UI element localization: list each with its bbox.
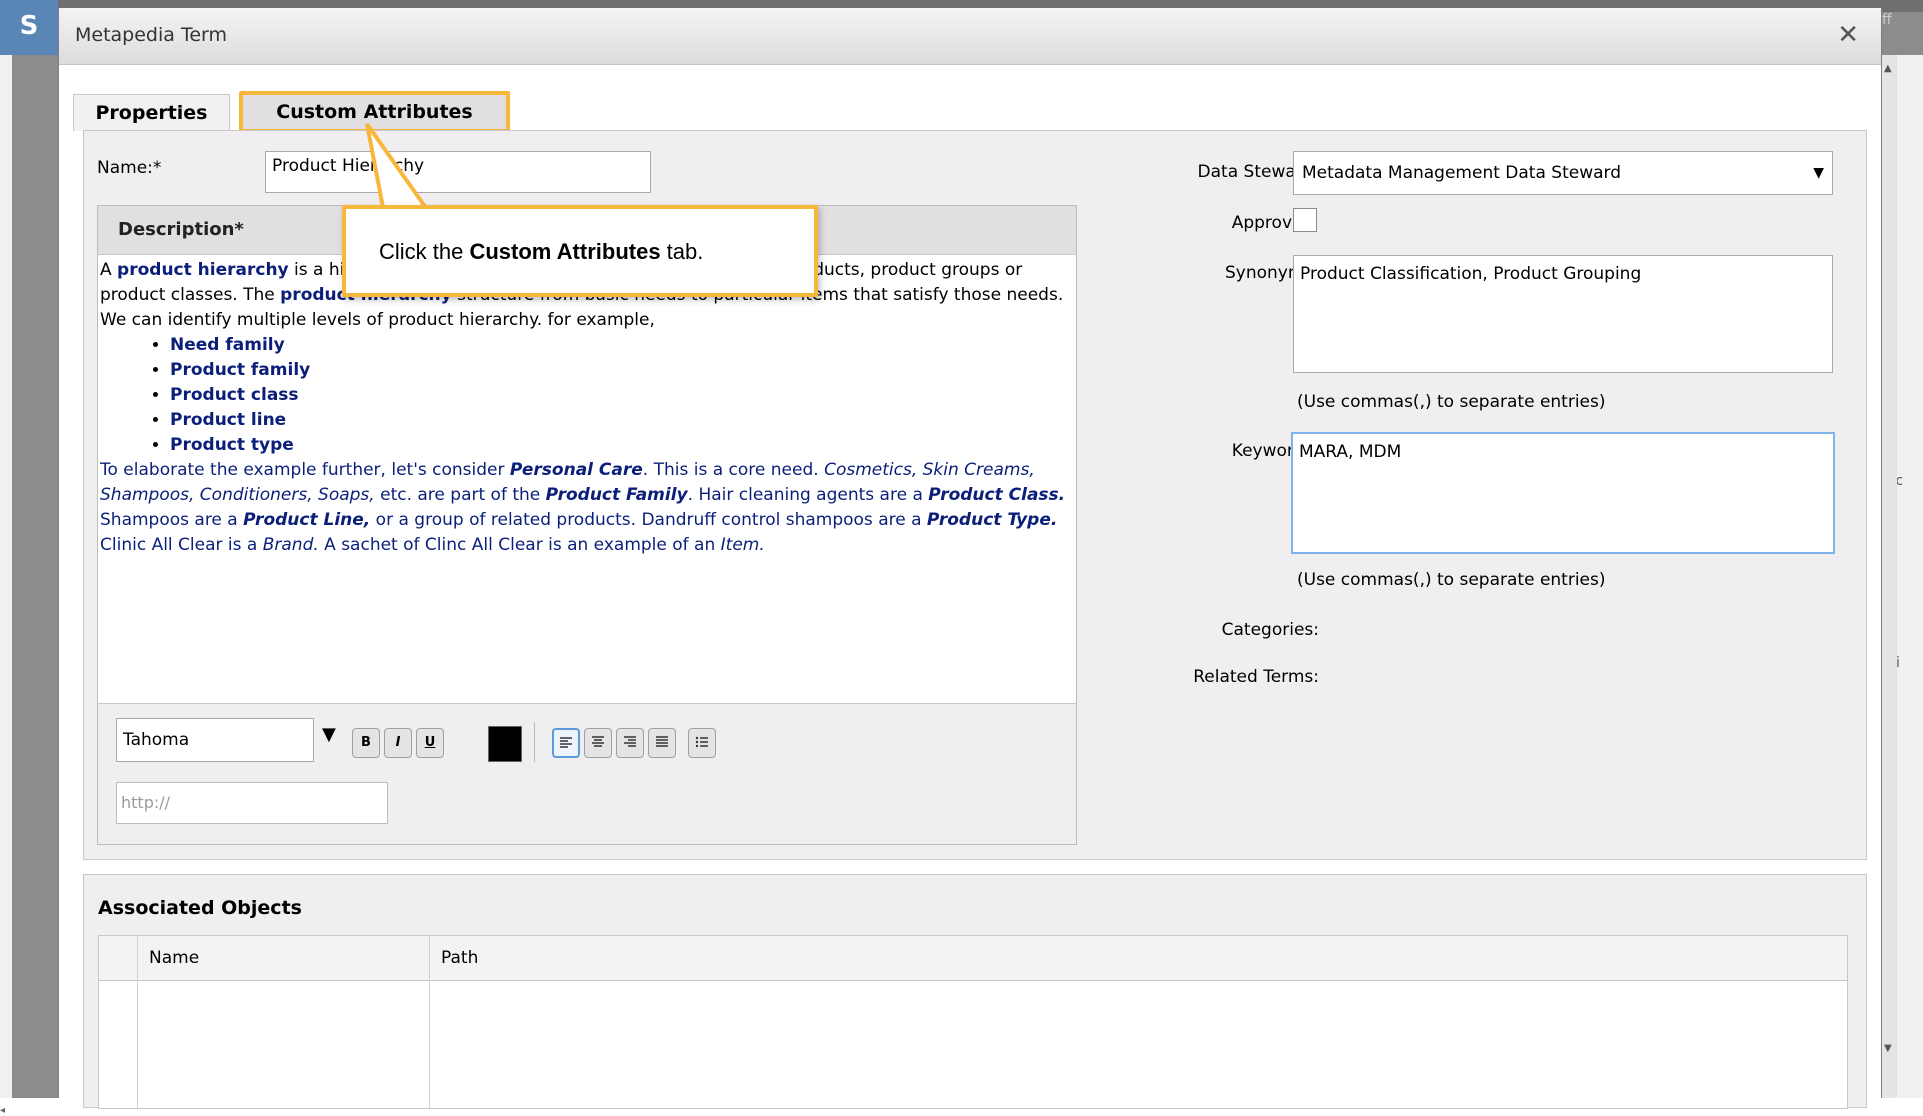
scroll-left-arrow-icon[interactable]: ◂ <box>0 1105 5 1116</box>
text-span: Clinic All Clear is a <box>100 535 263 555</box>
align-left-icon <box>560 737 572 748</box>
column-header-name[interactable]: Name <box>149 948 199 968</box>
text-span: product hierarchy <box>117 260 289 280</box>
table-column-divider <box>429 936 430 1108</box>
text-span: tab. <box>660 239 704 264</box>
align-right-button[interactable] <box>616 728 644 758</box>
list-item: Product family <box>170 358 1070 383</box>
font-family-value: Tahoma <box>123 730 190 750</box>
keywords-field[interactable]: MARA, MDM <box>1291 432 1835 554</box>
scroll-down-arrow-icon[interactable]: ▼ <box>1884 1043 1892 1054</box>
text-color-button[interactable] <box>488 726 522 762</box>
app-logo: S <box>0 0 58 55</box>
description-paragraph: To elaborate the example further, let's … <box>100 458 1070 558</box>
text-span: Product Line, <box>243 510 371 530</box>
background-scrollbar[interactable]: ▲ ▼ <box>1880 55 1897 1098</box>
table-header <box>99 936 1847 981</box>
description-heading: Description* <box>118 219 244 240</box>
underline-button[interactable]: U <box>416 728 444 758</box>
text-span: Product Family <box>545 485 688 505</box>
hierarchy-levels-list: Need family Product family Product class… <box>100 333 1070 458</box>
callout-text: Click the Custom Attributes tab. <box>379 239 703 265</box>
bold-button[interactable]: B <box>352 728 380 758</box>
bullet-list-button[interactable] <box>688 728 716 758</box>
synonyms-field[interactable]: Product Classification, Product Grouping <box>1293 255 1833 373</box>
dialog-title: Metapedia Term <box>75 24 227 46</box>
keywords-value: MARA, MDM <box>1299 442 1402 462</box>
text-span: A <box>100 260 118 280</box>
underline-icon: U <box>424 735 436 750</box>
keywords-label: Keywords: <box>1231 441 1319 461</box>
synonyms-label: Synonyms: <box>1224 263 1319 283</box>
chevron-down-icon[interactable]: ▼ <box>1813 152 1824 194</box>
associated-objects-panel: Associated Objects Name Path <box>83 874 1867 1109</box>
text-span: Item. <box>720 535 765 555</box>
keywords-hint: (Use commas(,) to separate entries) <box>1297 570 1606 590</box>
approved-checkbox[interactable] <box>1293 208 1317 232</box>
tab-properties[interactable]: Properties <box>73 94 230 131</box>
font-family-select[interactable]: Tahoma <box>116 718 314 762</box>
column-header-path[interactable]: Path <box>441 948 478 968</box>
text-span: etc. are part of the <box>374 485 546 505</box>
bullet-list-icon <box>695 736 708 748</box>
close-icon[interactable]: ✕ <box>1837 20 1859 50</box>
background-fragment: ff <box>1882 12 1892 28</box>
data-steward-value: Metadata Management Data Steward <box>1302 163 1622 183</box>
name-field[interactable]: Product Hierarchy <box>265 151 651 193</box>
list-item: Product line <box>170 408 1070 433</box>
text-span: . Hair cleaning agents are a <box>687 485 929 505</box>
text-span: To elaborate the example further, let's … <box>100 460 510 480</box>
text-span: Brand. <box>262 535 319 555</box>
text-span: . This is a core need. <box>642 460 825 480</box>
list-item: Product class <box>170 383 1070 408</box>
justify-icon <box>656 736 668 747</box>
background-left-panel: ◂ <box>0 55 12 1116</box>
synonyms-hint: (Use commas(,) to separate entries) <box>1297 392 1606 412</box>
text-span: Product Type. <box>926 510 1058 530</box>
description-editor: Description* A product hierarchy is a hi… <box>97 205 1077 845</box>
related-terms-label: Related Terms: <box>1193 667 1319 687</box>
justify-button[interactable] <box>648 728 676 758</box>
list-item: Need family <box>170 333 1070 358</box>
toolbar-divider <box>534 722 535 762</box>
text-span: Personal Care <box>509 460 643 480</box>
data-steward-label: Data Steward: <box>1197 162 1319 182</box>
table-column-divider <box>137 936 138 1108</box>
name-label: Name:* <box>97 158 162 178</box>
text-span: or a group of related products. Dandruff… <box>370 510 927 530</box>
list-item: Product type <box>170 433 1070 458</box>
link-url-input[interactable]: http:// <box>116 782 388 824</box>
text-span: A sachet of Clinc All Clear is an exampl… <box>318 535 721 555</box>
text-span: Click the <box>379 239 470 264</box>
tutorial-callout: Click the Custom Attributes tab. <box>342 205 818 297</box>
link-url-placeholder: http:// <box>121 793 171 812</box>
metapedia-term-dialog: Metapedia Term ✕ Properties Custom Attri… <box>58 8 1882 1109</box>
text-span: Product Class. <box>928 485 1066 505</box>
approved-label: Approved: <box>1231 213 1319 233</box>
align-center-button[interactable] <box>584 728 612 758</box>
associated-objects-table: Name Path <box>98 935 1848 1109</box>
align-left-button[interactable] <box>552 728 580 758</box>
italic-button[interactable]: I <box>384 728 412 758</box>
align-center-icon <box>592 736 604 747</box>
data-steward-select[interactable]: Metadata Management Data Steward ▼ <box>1293 151 1833 195</box>
bold-icon: B <box>361 735 371 750</box>
text-span: Custom Attributes <box>469 239 661 264</box>
synonyms-value: Product Classification, Product Grouping <box>1300 264 1642 284</box>
editor-toolbar: Tahoma ▼ B I U http:// <box>98 703 1076 844</box>
dialog-header: Metapedia Term ✕ <box>59 8 1881 65</box>
associated-objects-title: Associated Objects <box>98 897 302 919</box>
align-right-icon <box>624 736 636 747</box>
chevron-down-icon[interactable]: ▼ <box>322 724 336 745</box>
categories-label: Categories: <box>1221 620 1319 640</box>
text-span: Shampoos are a <box>100 510 244 530</box>
scroll-up-arrow-icon[interactable]: ▲ <box>1884 63 1892 74</box>
italic-icon: I <box>395 735 401 750</box>
description-text[interactable]: A product hierarchy is a hierarchy of ne… <box>100 258 1070 558</box>
